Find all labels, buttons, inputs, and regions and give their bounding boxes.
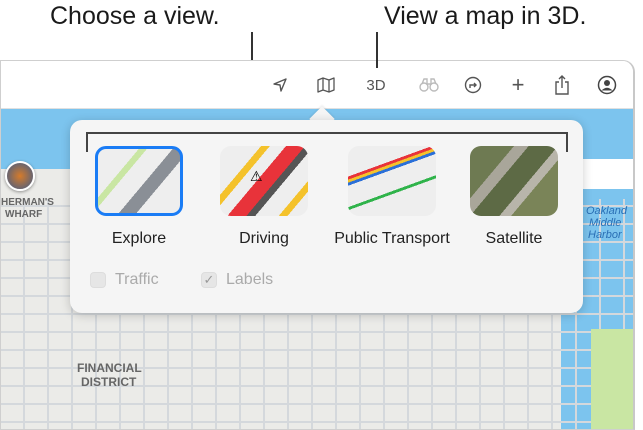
satellite-thumbnail	[470, 146, 558, 216]
3d-button[interactable]: 3D	[361, 73, 391, 97]
account-icon[interactable]	[595, 73, 619, 97]
binoculars-icon[interactable]	[417, 73, 441, 97]
checkmark-icon[interactable]: ✓	[201, 272, 217, 288]
park	[591, 329, 633, 429]
view-option-driving[interactable]: ⚠ Driving	[220, 146, 308, 248]
explore-thumbnail	[95, 146, 183, 216]
view-option-label: Driving	[239, 230, 289, 247]
checkbox-label: Traffic	[115, 271, 159, 288]
view-option-explore[interactable]: Explore	[95, 146, 183, 248]
view-option-label: Public Transport	[334, 230, 450, 247]
view-option-satellite[interactable]: Satellite	[470, 146, 558, 248]
map-label: Middle	[589, 217, 622, 229]
map-label: WHARF	[5, 209, 43, 220]
driving-thumbnail: ⚠	[220, 146, 308, 216]
warning-icon: ⚠	[250, 168, 263, 184]
toolbar: 3D +	[1, 61, 633, 109]
map-label: Harbor	[588, 229, 622, 241]
callout-line	[376, 32, 378, 68]
view-option-public-transport[interactable]: Public Transport	[322, 146, 462, 248]
landmark-pin[interactable]	[5, 161, 35, 191]
map-label: HERMAN'S	[1, 197, 54, 208]
map-view-popover: Explore ⚠ Driving Public Transport Satel…	[70, 120, 583, 313]
map-label: DISTRICT	[81, 375, 137, 389]
view-option-label: Satellite	[485, 230, 543, 247]
callout-view-3d: View a map in 3D.	[384, 2, 587, 30]
location-arrow-icon[interactable]	[268, 73, 292, 97]
map-label: FINANCIAL	[77, 361, 142, 375]
checkbox-box[interactable]	[90, 272, 106, 288]
callout-choose-view: Choose a view.	[50, 2, 220, 30]
add-icon[interactable]: +	[506, 72, 530, 97]
map-icon[interactable]	[314, 73, 338, 97]
view-option-label: Explore	[111, 230, 167, 247]
share-icon[interactable]	[550, 73, 574, 97]
labels-checkbox[interactable]: ✓ Labels	[201, 271, 273, 289]
map-label: Oakland	[586, 205, 627, 217]
directions-icon[interactable]	[461, 73, 485, 97]
traffic-checkbox[interactable]: Traffic	[90, 271, 159, 289]
transport-thumbnail	[348, 146, 436, 216]
checkbox-label: Labels	[226, 271, 274, 288]
